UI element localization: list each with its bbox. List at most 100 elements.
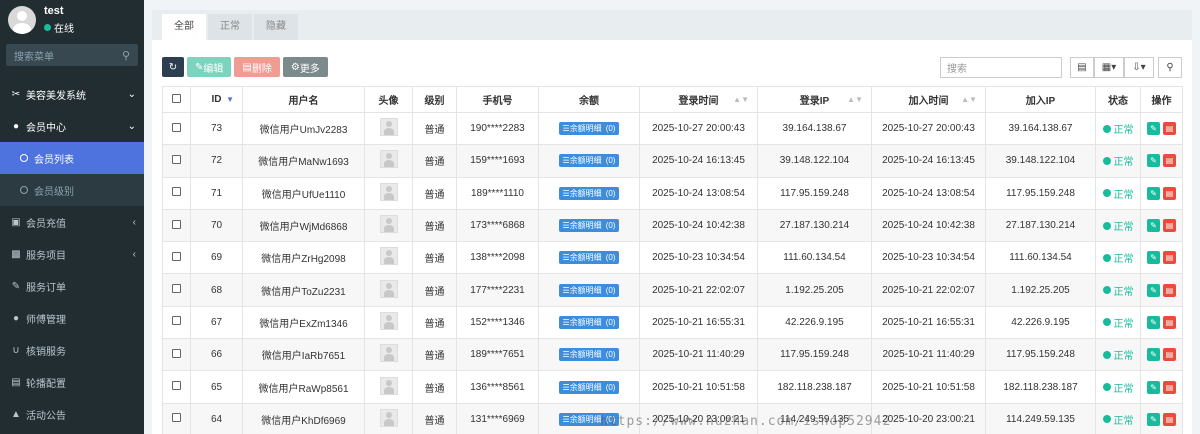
- avatar-thumbnail[interactable]: [379, 344, 398, 363]
- balance-detail-button[interactable]: ☰ 余额明细 (0): [558, 348, 620, 362]
- row-checkbox[interactable]: [162, 305, 191, 340]
- cell-join-ip[interactable]: 117.95.159.248: [985, 338, 1096, 372]
- balance-detail-button[interactable]: ☰ 余额明细 (0): [558, 186, 620, 200]
- cell-login-ip[interactable]: 39.164.138.67: [757, 111, 872, 146]
- avatar-thumbnail[interactable]: [379, 182, 398, 201]
- row-checkbox[interactable]: [162, 241, 191, 275]
- toggle-view-button[interactable]: ▤: [1070, 56, 1094, 78]
- table-row[interactable]: 65 微信用户RaWp8561 普通 136****8561 ☰ 余额明细 (0) 2025-…: [162, 370, 1183, 404]
- row-checkbox[interactable]: [162, 111, 191, 146]
- tab-all[interactable]: 全部: [162, 14, 206, 40]
- avatar-thumbnail[interactable]: [379, 118, 398, 137]
- balance-detail-button[interactable]: ☰ 余额明细 (0): [558, 251, 620, 265]
- balance-detail-button[interactable]: ☰ 余额明细 (0): [558, 122, 620, 136]
- row-delete-button[interactable]: ▤: [1163, 122, 1176, 136]
- select-all-checkbox[interactable]: [162, 86, 191, 113]
- more-button[interactable]: ⚙ 更多: [282, 57, 328, 77]
- cell-join-ip[interactable]: 117.95.159.248: [985, 176, 1096, 210]
- cell-join-ip[interactable]: 182.118.238.187: [985, 370, 1096, 404]
- balance-detail-button[interactable]: ☰ 余额明细 (0): [558, 380, 620, 394]
- balance-detail-button[interactable]: ☰ 余额明细 (0): [558, 154, 620, 168]
- sidebar-item-service-orders[interactable]: ✎ 服务订单: [0, 270, 144, 302]
- row-checkbox[interactable]: [162, 176, 191, 210]
- table-row[interactable]: 72 微信用户MaNw1693 普通 159****1693 ☰ 余额明细 (0) 2025-…: [162, 144, 1183, 178]
- balance-detail-button[interactable]: ☰ 余额明细 (0): [558, 315, 620, 329]
- table-row[interactable]: 67 微信用户ExZm1346 普通 152****1346 ☰ 余额明细 (0) 2025-…: [162, 305, 1183, 340]
- row-delete-button[interactable]: ▤: [1163, 412, 1176, 426]
- delete-button[interactable]: ▤ 删除: [234, 57, 280, 77]
- cell-login-ip[interactable]: 39.148.122.104: [757, 144, 872, 178]
- sidebar-item-member-level[interactable]: 会员级别: [0, 174, 144, 206]
- cell-login-ip[interactable]: 1.192.25.205: [757, 273, 872, 307]
- col-login-time[interactable]: 登录时间 ▲▼: [639, 86, 758, 113]
- sidebar-item-verify-service[interactable]: ∪ 核销服务: [0, 334, 144, 366]
- sidebar-item-member-center[interactable]: ● 会员中心 ⌄: [0, 110, 144, 142]
- cell-join-ip[interactable]: 1.192.25.205: [985, 273, 1096, 307]
- row-delete-button[interactable]: ▤: [1163, 380, 1176, 394]
- balance-detail-button[interactable]: ☰ 余额明细 (0): [558, 219, 620, 233]
- row-edit-button[interactable]: ✎: [1147, 219, 1160, 233]
- row-delete-button[interactable]: ▤: [1163, 219, 1176, 233]
- table-row[interactable]: 70 微信用户WjMd6868 普通 173****6868 ☰ 余额明细 (0) 2025-…: [162, 208, 1183, 243]
- sidebar-item-master-manage[interactable]: ● 师傅管理: [0, 302, 144, 334]
- cell-join-ip[interactable]: 27.187.130.214: [985, 208, 1096, 243]
- row-delete-button[interactable]: ▤: [1163, 283, 1176, 297]
- sidebar-item-beauty-system[interactable]: ✂ 美容美发系统 ⌄: [0, 78, 144, 110]
- table-row[interactable]: 68 微信用户ToZu2231 普通 177****2231 ☰ 余额明细 (0) 2025-…: [162, 273, 1183, 307]
- edit-button[interactable]: ✎ 编辑: [187, 57, 232, 77]
- row-checkbox[interactable]: [162, 208, 191, 243]
- cell-join-ip[interactable]: 114.249.59.135: [985, 402, 1096, 434]
- avatar-thumbnail[interactable]: [379, 150, 398, 169]
- avatar-thumbnail[interactable]: [379, 311, 398, 330]
- cell-login-ip[interactable]: 117.95.159.248: [757, 338, 872, 372]
- table-row[interactable]: 71 微信用户UfUe1110 普通 189****1110 ☰ 余额明细 (0) 2025-…: [162, 176, 1183, 210]
- row-checkbox[interactable]: [162, 273, 191, 307]
- table-row[interactable]: 69 微信用户ZrHg2098 普通 138****2098 ☰ 余额明细 (0) 2025-…: [162, 241, 1183, 275]
- row-edit-button[interactable]: ✎: [1147, 315, 1160, 329]
- row-edit-button[interactable]: ✎: [1147, 186, 1160, 200]
- row-delete-button[interactable]: ▤: [1163, 315, 1176, 329]
- row-delete-button[interactable]: ▤: [1163, 348, 1176, 362]
- refresh-button[interactable]: ↻: [162, 57, 184, 77]
- row-checkbox[interactable]: [162, 402, 191, 434]
- sidebar-item-announcements[interactable]: ▲ 活动公告: [0, 398, 144, 430]
- col-login-ip[interactable]: 登录IP ▲▼: [757, 86, 872, 113]
- row-delete-button[interactable]: ▤: [1163, 154, 1176, 168]
- col-join-time[interactable]: 加入时间 ▲▼: [871, 86, 986, 113]
- avatar-thumbnail[interactable]: [379, 376, 398, 395]
- cell-join-ip[interactable]: 39.164.138.67: [985, 111, 1096, 146]
- cell-login-ip[interactable]: 182.118.238.187: [757, 370, 872, 404]
- table-row[interactable]: 66 微信用户IaRb7651 普通 189****7651 ☰ 余额明细 (0) 2025-…: [162, 338, 1183, 372]
- row-edit-button[interactable]: ✎: [1147, 251, 1160, 265]
- row-checkbox[interactable]: [162, 144, 191, 178]
- cell-join-ip[interactable]: 42.226.9.195: [985, 305, 1096, 340]
- sidebar-item-carousel-config[interactable]: ▤ 轮播配置: [0, 366, 144, 398]
- sidebar-item-service-items[interactable]: ▩ 服务项目 ‹: [0, 238, 144, 270]
- tab-normal[interactable]: 正常: [208, 14, 252, 40]
- sidebar-item-member-recharge[interactable]: ▣ 会员充值 ‹: [0, 206, 144, 238]
- columns-button[interactable]: ▦▾: [1094, 56, 1124, 78]
- row-edit-button[interactable]: ✎: [1147, 380, 1160, 394]
- row-checkbox[interactable]: [162, 338, 191, 372]
- row-edit-button[interactable]: ✎: [1147, 348, 1160, 362]
- row-delete-button[interactable]: ▤: [1163, 186, 1176, 200]
- row-edit-button[interactable]: ✎: [1147, 412, 1160, 426]
- table-search-input[interactable]: 搜索: [940, 56, 1062, 78]
- tab-hidden[interactable]: 隐藏: [254, 14, 298, 40]
- row-edit-button[interactable]: ✎: [1147, 154, 1160, 168]
- cell-login-ip[interactable]: 42.226.9.195: [757, 305, 872, 340]
- balance-detail-button[interactable]: ☰ 余额明细 (0): [558, 283, 620, 297]
- row-edit-button[interactable]: ✎: [1147, 122, 1160, 136]
- common-search-button[interactable]: ⚲: [1158, 56, 1182, 78]
- cell-login-ip[interactable]: 27.187.130.214: [757, 208, 872, 243]
- col-id[interactable]: ID ▼: [190, 86, 243, 113]
- avatar-thumbnail[interactable]: [379, 215, 398, 234]
- menu-search-input[interactable]: 搜索菜单 ⚲: [6, 44, 138, 66]
- avatar-thumbnail[interactable]: [379, 247, 398, 266]
- cell-login-ip[interactable]: 111.60.134.54: [757, 241, 872, 275]
- cell-join-ip[interactable]: 39.148.122.104: [985, 144, 1096, 178]
- row-delete-button[interactable]: ▤: [1163, 251, 1176, 265]
- avatar-thumbnail[interactable]: [379, 408, 398, 427]
- sidebar-item-member-list[interactable]: 会员列表: [0, 142, 144, 174]
- avatar-thumbnail[interactable]: [379, 279, 398, 298]
